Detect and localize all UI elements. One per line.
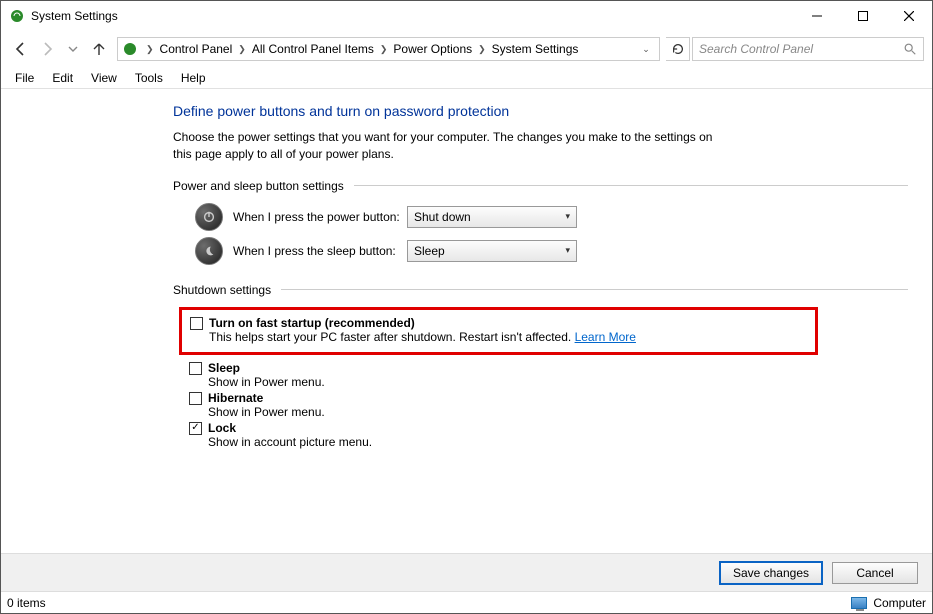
crumb-system-settings[interactable]: System Settings	[490, 42, 581, 56]
breadcrumb[interactable]: ❯ Control Panel ❯ All Control Panel Item…	[117, 37, 660, 61]
fast-startup-label: Turn on fast startup (recommended)	[209, 316, 415, 330]
fast-startup-checkbox[interactable]	[190, 317, 203, 330]
shutdown-settings-list: Turn on fast startup (recommended) This …	[189, 307, 908, 449]
back-button[interactable]	[9, 37, 33, 61]
hibernate-desc: Show in Power menu.	[208, 405, 908, 419]
action-bar: Save changes Cancel	[1, 553, 932, 591]
fast-startup-desc: This helps start your PC faster after sh…	[209, 330, 807, 344]
search-input[interactable]: Search Control Panel	[692, 37, 924, 61]
section-shutdown-settings: Shutdown settings	[173, 283, 908, 297]
chevron-right-icon: ❯	[142, 44, 158, 55]
sleep-button-row: When I press the sleep button: Sleep ▾	[195, 237, 908, 265]
status-bar: 0 items Computer	[1, 591, 932, 613]
lock-row: Lock Show in account picture menu.	[189, 421, 908, 449]
learn-more-link[interactable]: Learn More	[575, 330, 636, 344]
section-header-label: Power and sleep button settings	[173, 179, 344, 193]
status-computer-label: Computer	[873, 596, 926, 610]
divider	[281, 289, 908, 290]
hibernate-label: Hibernate	[208, 391, 263, 405]
control-panel-icon	[122, 41, 138, 57]
sleep-button-value: Sleep	[414, 244, 565, 258]
menu-tools[interactable]: Tools	[127, 69, 171, 87]
hibernate-row: Hibernate Show in Power menu.	[189, 391, 908, 419]
titlebar: System Settings	[1, 1, 932, 31]
page-title: Define power buttons and turn on passwor…	[173, 103, 908, 119]
minimize-button[interactable]	[794, 1, 840, 31]
chevron-right-icon: ❯	[474, 44, 490, 55]
hibernate-checkbox[interactable]	[189, 392, 202, 405]
page-description: Choose the power settings that you want …	[173, 129, 733, 163]
forward-button[interactable]	[35, 37, 59, 61]
window-title: System Settings	[31, 9, 118, 23]
sleep-desc: Show in Power menu.	[208, 375, 908, 389]
crumb-power-options[interactable]: Power Options	[391, 42, 474, 56]
chevron-right-icon: ❯	[234, 44, 250, 55]
sleep-button-dropdown[interactable]: Sleep ▾	[407, 240, 577, 262]
crumb-control-panel[interactable]: Control Panel	[158, 42, 235, 56]
chevron-down-icon: ▾	[565, 211, 570, 222]
crumb-all-items[interactable]: All Control Panel Items	[250, 42, 376, 56]
search-icon	[903, 42, 917, 56]
menu-edit[interactable]: Edit	[44, 69, 81, 87]
section-header-label: Shutdown settings	[173, 283, 271, 297]
power-button-label: When I press the power button:	[233, 210, 407, 224]
sleep-icon	[195, 237, 223, 265]
cancel-button[interactable]: Cancel	[832, 562, 918, 584]
refresh-button[interactable]	[666, 37, 690, 61]
sleep-label: Sleep	[208, 361, 240, 375]
breadcrumb-dropdown-button[interactable]: ⌄	[637, 44, 655, 55]
chevron-right-icon: ❯	[376, 44, 392, 55]
sleep-button-label: When I press the sleep button:	[233, 244, 407, 258]
power-button-value: Shut down	[414, 210, 565, 224]
power-button-dropdown[interactable]: Shut down ▾	[407, 206, 577, 228]
status-item-count: 0 items	[7, 596, 46, 610]
search-placeholder: Search Control Panel	[699, 42, 903, 56]
chevron-down-icon: ▾	[565, 245, 570, 256]
menu-bar: File Edit View Tools Help	[1, 67, 932, 89]
fast-startup-row: Turn on fast startup (recommended) This …	[190, 316, 807, 344]
maximize-button[interactable]	[840, 1, 886, 31]
section-power-button-settings: Power and sleep button settings	[173, 179, 908, 193]
power-icon	[195, 203, 223, 231]
computer-icon	[851, 597, 867, 609]
app-icon	[9, 8, 25, 24]
window-controls	[794, 1, 932, 31]
menu-view[interactable]: View	[83, 69, 125, 87]
power-button-row: When I press the power button: Shut down…	[195, 203, 908, 231]
highlight-annotation: Turn on fast startup (recommended) This …	[179, 307, 818, 355]
recent-dropdown-button[interactable]	[61, 37, 85, 61]
up-button[interactable]	[87, 37, 111, 61]
sleep-checkbox[interactable]	[189, 362, 202, 375]
menu-help[interactable]: Help	[173, 69, 214, 87]
nav-toolbar: ❯ Control Panel ❯ All Control Panel Item…	[1, 31, 932, 67]
lock-desc: Show in account picture menu.	[208, 435, 908, 449]
menu-file[interactable]: File	[7, 69, 42, 87]
save-changes-button[interactable]: Save changes	[720, 562, 822, 584]
sleep-row: Sleep Show in Power menu.	[189, 361, 908, 389]
divider	[354, 185, 908, 186]
lock-label: Lock	[208, 421, 236, 435]
lock-checkbox[interactable]	[189, 422, 202, 435]
content-area: Define power buttons and turn on passwor…	[1, 89, 932, 553]
close-button[interactable]	[886, 1, 932, 31]
